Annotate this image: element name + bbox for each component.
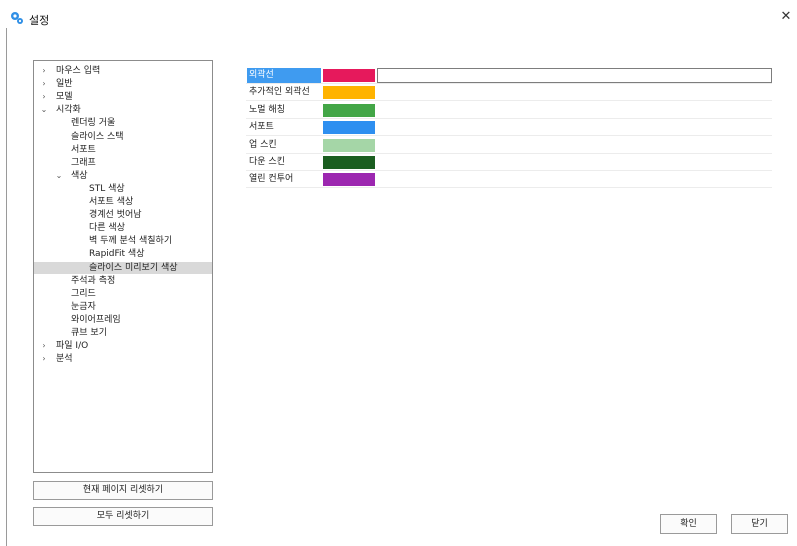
tree-item-label: 큐브 보기 <box>71 328 107 338</box>
tree-item[interactable]: 와이어프레임 <box>34 314 212 326</box>
row-divider <box>246 100 772 102</box>
tree-item-label: 분석 <box>56 354 73 365</box>
tree-item[interactable]: STL 색상 <box>34 183 212 195</box>
reset-page-button[interactable]: 현재 페이지 리셋하기 <box>33 481 213 500</box>
tree-item-label: 시각화 <box>56 105 81 116</box>
color-row[interactable]: 다운 스킨 <box>246 155 772 171</box>
chevron-down-icon[interactable]: ⌄ <box>39 104 49 116</box>
tree-item[interactable]: › 파일 I/O <box>34 340 212 352</box>
tree-item-label: 그리드 <box>71 288 96 299</box>
color-row[interactable]: 노멀 해칭 <box>246 103 772 119</box>
color-swatch[interactable] <box>323 138 375 152</box>
chevron-right-icon[interactable]: › <box>39 91 49 103</box>
color-row[interactable]: 업 스킨 <box>246 138 772 154</box>
close-icon[interactable]: ✕ <box>778 9 794 25</box>
color-row-label[interactable]: 서포트 <box>247 120 321 135</box>
chevron-right-icon[interactable]: › <box>39 353 49 365</box>
tree-item-label: STL 색상 <box>89 183 125 194</box>
chevron-right-icon[interactable]: › <box>39 78 49 90</box>
tree-item[interactable]: 경계선 벗어남 <box>34 209 212 221</box>
row-divider <box>246 152 772 154</box>
color-row-label[interactable]: 노멀 해칭 <box>247 103 321 118</box>
tree-item-label: 마우스 입력 <box>56 66 101 76</box>
color-swatch[interactable] <box>323 173 375 187</box>
tree-item[interactable]: 다른 색상 <box>34 222 212 234</box>
settings-window: 설정 ✕ › 마우스 입력 › 일반 › 모델 ⌄ 시각화 렌더링 거울 슬라이스 스택 서포트 그래… <box>0 0 797 546</box>
row-divider <box>246 135 772 137</box>
tree-item[interactable]: ⌄ 색상 <box>34 170 212 182</box>
tree-item[interactable]: ⌄ 시각화 <box>34 104 212 116</box>
tree-item-label: 와이어프레임 <box>71 314 121 325</box>
tree-item[interactable]: 눈금자 <box>34 301 212 313</box>
row-divider <box>246 83 772 84</box>
tree-item-label: 일반 <box>56 79 73 90</box>
tree-item[interactable]: 슬라이스 스택 <box>34 131 212 143</box>
close-button[interactable]: 닫기 <box>731 514 788 534</box>
chevron-right-icon[interactable]: › <box>39 65 49 77</box>
tree-item[interactable]: › 마우스 입력 <box>34 65 212 77</box>
color-row[interactable]: 서포트 <box>246 120 772 137</box>
window-title: 설정 <box>29 14 50 27</box>
tree-item[interactable]: 그리드 <box>34 288 212 300</box>
reset-all-button[interactable]: 모두 리셋하기 <box>33 507 213 526</box>
title-bar: 설정 ✕ <box>0 0 797 34</box>
tree-item-label: 서포트 색상 <box>89 197 134 207</box>
color-row-label[interactable]: 다운 스킨 <box>247 155 321 170</box>
tree-item-label: 서포트 <box>71 144 96 155</box>
tree-item-label: 슬라이스 스택 <box>71 131 124 142</box>
settings-tree[interactable]: › 마우스 입력 › 일반 › 모델 ⌄ 시각화렌더링 거울슬라이스 스택서포트그래프 ⌄ 색상 S… <box>33 60 213 473</box>
tree-item-label: 색상 <box>71 170 88 181</box>
tree-item-label: 렌더링 거울 <box>71 118 116 129</box>
ok-button[interactable]: 확인 <box>660 514 717 534</box>
tree-item[interactable]: 슬라이스 미리보기 색상 <box>34 261 212 274</box>
color-swatch[interactable] <box>323 69 375 82</box>
tree-item[interactable]: 그래프 <box>34 157 212 169</box>
tree-item-label: 벽 두께 분석 색칠하기 <box>89 236 173 247</box>
tree-item-label: 눈금자 <box>71 301 96 312</box>
color-row-label[interactable]: 열린 컨투어 <box>247 172 321 187</box>
tree-item-label: 주석과 측정 <box>71 275 116 286</box>
color-swatch[interactable] <box>323 86 375 100</box>
tree-item[interactable]: 큐브 보기 <box>34 327 212 339</box>
color-swatch[interactable] <box>323 103 375 117</box>
tree-item[interactable]: › 모델 <box>34 91 212 103</box>
tree-item-label: 다른 색상 <box>89 223 125 234</box>
tree-item[interactable]: › 일반 <box>34 78 212 90</box>
tree-item[interactable]: 렌더링 거울 <box>34 117 212 129</box>
window-left-border <box>6 28 7 546</box>
color-row-label[interactable]: 업 스킨 <box>247 138 321 153</box>
settings-gear-icon <box>11 12 23 24</box>
tree-item[interactable]: RapidFit 색상 <box>34 248 212 260</box>
tree-item[interactable]: 주석과 측정 <box>34 275 212 287</box>
tree-item-label: 슬라이스 미리보기 색상 <box>89 262 178 273</box>
tree-item[interactable]: 벽 두께 분석 색칠하기 <box>34 235 212 247</box>
chevron-right-icon[interactable]: › <box>39 340 49 352</box>
tree-item-label: 그래프 <box>71 157 96 168</box>
tree-item-label: 모델 <box>56 92 73 103</box>
chevron-down-icon[interactable]: ⌄ <box>54 170 64 182</box>
tree-item[interactable]: 서포트 <box>34 144 212 156</box>
row-divider <box>246 187 772 189</box>
row-divider <box>246 117 772 119</box>
color-value-field[interactable] <box>377 68 772 83</box>
tree-item[interactable]: › 분석 <box>34 353 212 365</box>
color-row-label[interactable]: 추가적인 외곽선 <box>247 85 321 100</box>
color-row[interactable]: 추가적인 외곽선 <box>246 85 772 102</box>
tree-item-label: 파일 I/O <box>56 341 89 352</box>
color-row-label[interactable]: 외곽선 <box>247 68 321 83</box>
color-row[interactable]: 외곽선 <box>246 68 772 84</box>
tree-item[interactable]: 서포트 색상 <box>34 196 212 208</box>
color-swatch[interactable] <box>323 121 375 135</box>
tree-item-label: 경계선 벗어남 <box>89 210 142 221</box>
color-swatch[interactable] <box>323 156 375 169</box>
tree-item-label: RapidFit 색상 <box>89 249 145 260</box>
row-divider <box>246 170 772 171</box>
color-row[interactable]: 열린 컨투어 <box>246 172 772 189</box>
